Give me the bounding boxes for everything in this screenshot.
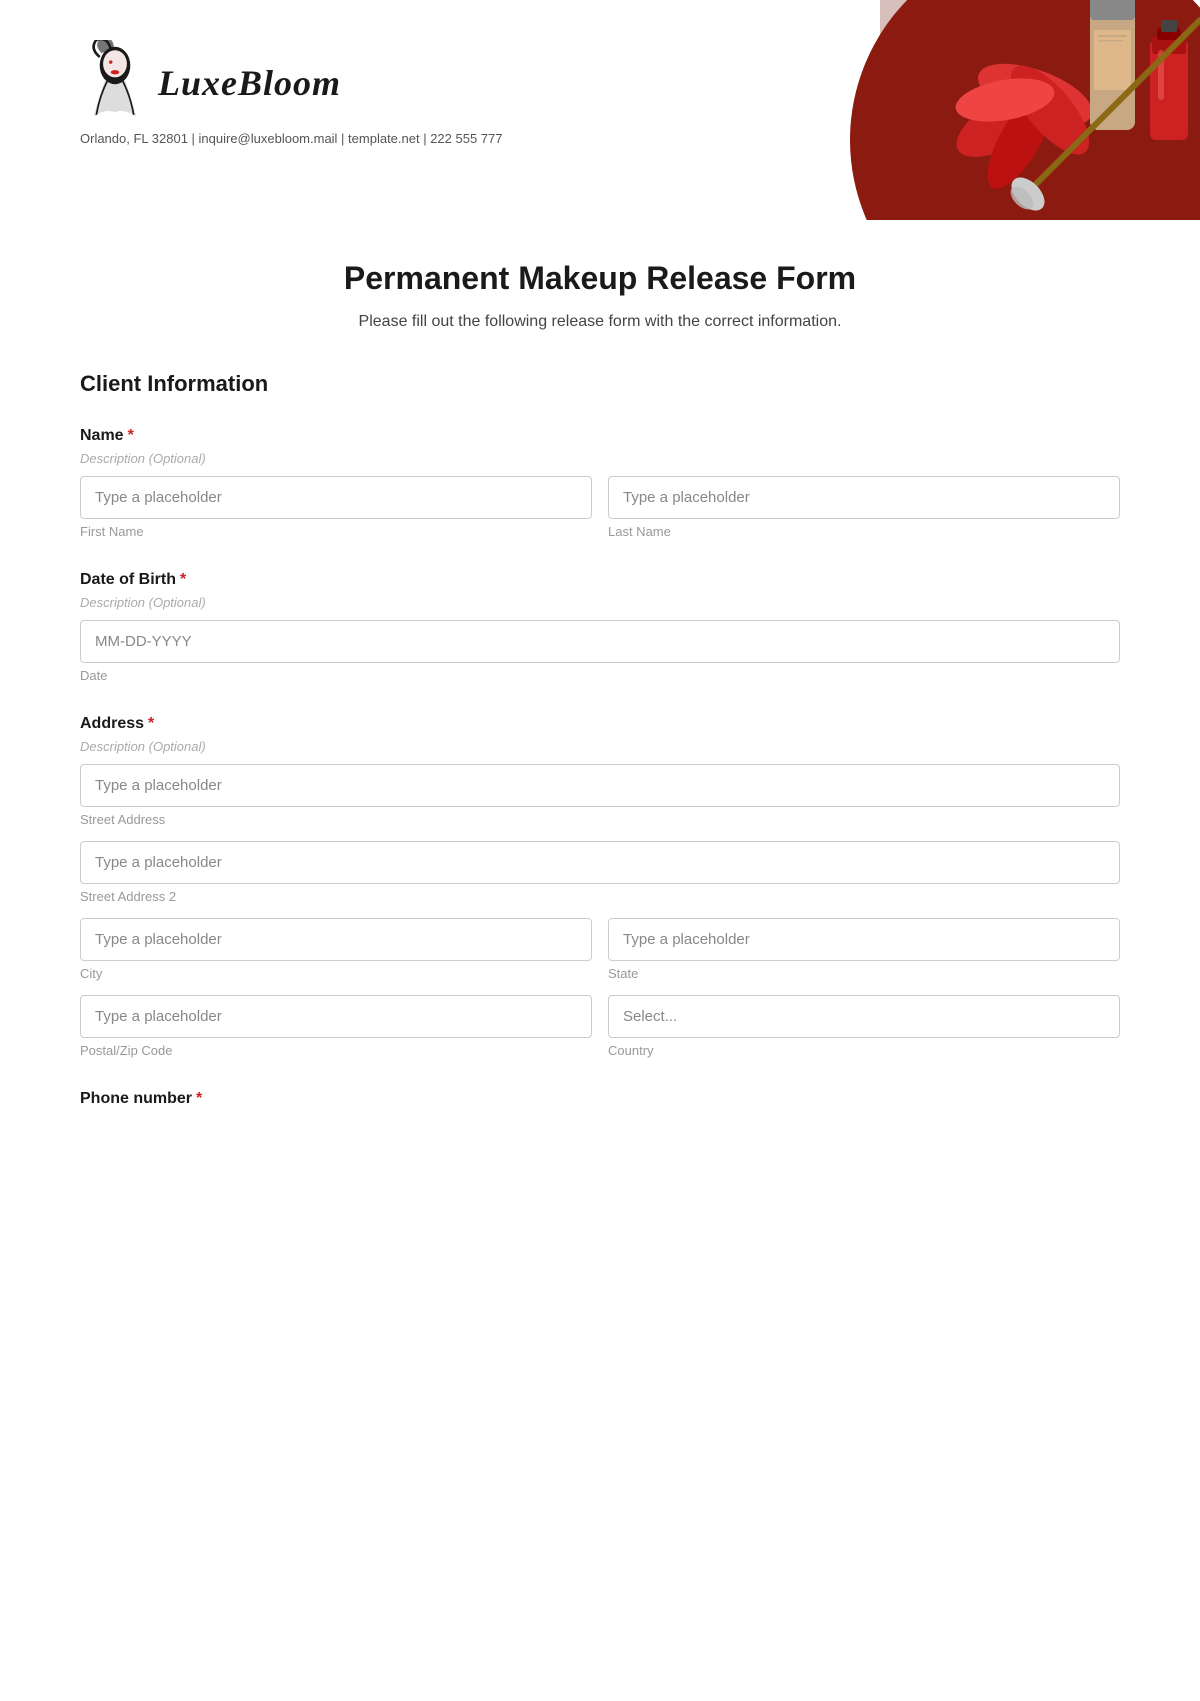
phone-label: Phone number * <box>80 1090 1120 1108</box>
street2-wrapper: Street Address 2 <box>80 841 1120 904</box>
street1-wrapper: Street Address <box>80 764 1120 827</box>
last-name-wrapper: Last Name <box>608 476 1120 539</box>
street2-input[interactable] <box>80 841 1120 884</box>
dob-input[interactable] <box>80 620 1120 663</box>
country-input[interactable] <box>608 995 1120 1038</box>
name-input-row: First Name Last Name <box>80 476 1120 539</box>
postal-input[interactable] <box>80 995 592 1038</box>
state-sublabel: State <box>608 966 1120 981</box>
address-label: Address * <box>80 715 1120 733</box>
page: LuxeBloom Orlando, FL 32801 | inquire@lu… <box>0 0 1200 1701</box>
form-subtitle: Please fill out the following release fo… <box>80 313 1120 331</box>
dob-required-star: * <box>180 571 186 589</box>
street2-sublabel: Street Address 2 <box>80 889 1120 904</box>
street1-sublabel: Street Address <box>80 812 1120 827</box>
section-client-title: Client Information <box>80 371 1120 397</box>
address-required-star: * <box>148 715 154 733</box>
first-name-sublabel: First Name <box>80 524 592 539</box>
dob-input-wrapper: Date <box>80 620 1120 683</box>
field-phone: Phone number * <box>80 1090 1120 1108</box>
dob-label: Date of Birth * <box>80 571 1120 589</box>
state-input[interactable] <box>608 918 1120 961</box>
header: LuxeBloom Orlando, FL 32801 | inquire@lu… <box>0 0 1200 220</box>
name-label: Name * <box>80 427 1120 445</box>
form-title: Permanent Makeup Release Form <box>80 260 1120 297</box>
logo-area: LuxeBloom Orlando, FL 32801 | inquire@lu… <box>80 40 503 146</box>
postal-sublabel: Postal/Zip Code <box>80 1043 592 1058</box>
city-state-row: City State <box>80 918 1120 981</box>
address-description: Description (Optional) <box>80 739 1120 754</box>
first-name-input[interactable] <box>80 476 592 519</box>
header-image <box>860 0 1200 220</box>
city-input[interactable] <box>80 918 592 961</box>
logo-icon <box>80 40 150 125</box>
state-wrapper: State <box>608 918 1120 981</box>
dob-sublabel: Date <box>80 668 1120 683</box>
country-wrapper: Country <box>608 995 1120 1058</box>
field-name: Name * Description (Optional) First Name… <box>80 427 1120 539</box>
name-required-star: * <box>128 427 134 445</box>
field-dob: Date of Birth * Description (Optional) D… <box>80 571 1120 683</box>
city-sublabel: City <box>80 966 592 981</box>
logo-brand: LuxeBloom <box>80 40 341 125</box>
logo-contact: Orlando, FL 32801 | inquire@luxebloom.ma… <box>80 131 503 146</box>
main-content: Permanent Makeup Release Form Please fil… <box>0 220 1200 1200</box>
last-name-input[interactable] <box>608 476 1120 519</box>
street1-input[interactable] <box>80 764 1120 807</box>
logo-text: LuxeBloom <box>158 62 341 104</box>
first-name-wrapper: First Name <box>80 476 592 539</box>
dob-description: Description (Optional) <box>80 595 1120 610</box>
last-name-sublabel: Last Name <box>608 524 1120 539</box>
phone-required-star: * <box>196 1090 202 1108</box>
postal-wrapper: Postal/Zip Code <box>80 995 592 1058</box>
field-address: Address * Description (Optional) Street … <box>80 715 1120 1058</box>
postal-country-row: Postal/Zip Code Country <box>80 995 1120 1058</box>
country-sublabel: Country <box>608 1043 1120 1058</box>
name-description: Description (Optional) <box>80 451 1120 466</box>
city-wrapper: City <box>80 918 592 981</box>
